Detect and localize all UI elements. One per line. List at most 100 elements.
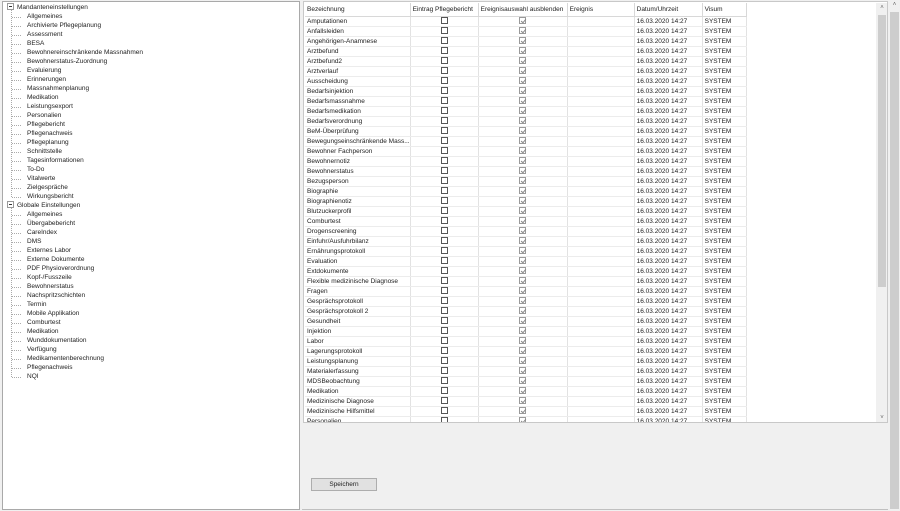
table-row[interactable]: Gesprächsprotokoll 2 16.03.2020 14:27 SYST…	[305, 306, 747, 317]
ereignisauswahl-ausblenden-checkbox[interactable]	[519, 247, 527, 255]
ereignisauswahl-ausblenden-checkbox[interactable]	[519, 137, 527, 145]
tree-item[interactable]: Bewohnerstatus-Zuordnung	[27, 57, 107, 66]
table-row[interactable]: Angehörigen-Anamnese 16.03.2020 14:27 SYST…	[305, 36, 747, 47]
table-row[interactable]: Medikation 16.03.2020 14:27 SYSTEM	[305, 386, 747, 397]
table-row[interactable]: BeM-Überprüfung 16.03.2020 14:27 SYSTEM	[305, 126, 747, 137]
eintrag-pflegebericht-checkbox[interactable]	[440, 237, 448, 245]
scroll-up-icon[interactable]: ˄	[876, 3, 887, 13]
eintrag-pflegebericht-checkbox[interactable]	[440, 27, 448, 35]
table-row[interactable]: Bewohner Fachperson 16.03.2020 14:27 SYSTE…	[305, 146, 747, 157]
ereignisauswahl-ausblenden-checkbox[interactable]	[519, 67, 527, 75]
tree-item[interactable]: Medikation	[27, 327, 58, 336]
table-row[interactable]: Labor 16.03.2020 14:27 SYSTEM	[305, 336, 747, 347]
scrollbar-thumb[interactable]	[890, 12, 899, 509]
ereignisauswahl-ausblenden-checkbox[interactable]	[519, 377, 527, 385]
table-row[interactable]: Bedarfsmassnahme 16.03.2020 14:27 SYSTEM	[305, 96, 747, 107]
ereignisauswahl-ausblenden-checkbox[interactable]	[519, 167, 527, 175]
column-header[interactable]: Bezeichnung	[305, 3, 411, 17]
table-row[interactable]: Bewohnerstatus 16.03.2020 14:27 SYSTEM	[305, 166, 747, 177]
ereignisauswahl-ausblenden-checkbox[interactable]	[519, 317, 527, 325]
table-row[interactable]: Gesundheit 16.03.2020 14:27 SYSTEM	[305, 316, 747, 327]
ereignisauswahl-ausblenden-checkbox[interactable]	[519, 107, 527, 115]
table-row[interactable]: Medizinische Hilfsmittel 16.03.2020 14:27…	[305, 406, 747, 417]
eintrag-pflegebericht-checkbox[interactable]	[440, 337, 448, 345]
column-header[interactable]: Eintrag Pflegebericht	[410, 3, 479, 17]
table-row[interactable]: Gesprächsprotokoll 16.03.2020 14:27 SYSTEM	[305, 296, 747, 307]
tree-item[interactable]: CareIndex	[27, 228, 57, 237]
page-vertical-scrollbar[interactable]: ˄	[889, 0, 900, 511]
table-row[interactable]: Medizinische Diagnose 16.03.2020 14:27 SYS…	[305, 396, 747, 407]
eintrag-pflegebericht-checkbox[interactable]	[440, 217, 448, 225]
ereignisauswahl-ausblenden-checkbox[interactable]	[519, 267, 527, 275]
tree-group[interactable]: Globale Einstellungen	[7, 200, 80, 210]
eintrag-pflegebericht-checkbox[interactable]	[440, 187, 448, 195]
table-row[interactable]: Bewegungseinschränkende Mass... 16.03.202…	[305, 136, 747, 147]
table-row[interactable]: Bedarfsinjektion 16.03.2020 14:27 SYSTEM	[305, 86, 747, 97]
ereignisauswahl-ausblenden-checkbox[interactable]	[519, 207, 527, 215]
eintrag-pflegebericht-checkbox[interactable]	[440, 397, 448, 405]
table-row[interactable]: Leistungsplanung 16.03.2020 14:27 SYSTEM	[305, 356, 747, 367]
tree-item[interactable]: Termin	[27, 300, 47, 309]
ereignisauswahl-ausblenden-checkbox[interactable]	[519, 17, 527, 25]
tree-item[interactable]: Erinnerungen	[27, 75, 66, 84]
table-row[interactable]: Ausscheidung 16.03.2020 14:27 SYSTEM	[305, 76, 747, 87]
column-header[interactable]: Visum	[702, 3, 747, 17]
tree-item[interactable]: BESA	[27, 39, 44, 48]
ereignisauswahl-ausblenden-checkbox[interactable]	[519, 47, 527, 55]
tree-item[interactable]: Massnahmenplanung	[27, 84, 89, 93]
eintrag-pflegebericht-checkbox[interactable]	[440, 167, 448, 175]
tree-item[interactable]: Bewohnerstatus	[27, 282, 74, 291]
tree-group[interactable]: Mandanteneinstellungen	[7, 2, 88, 12]
ereignisauswahl-ausblenden-checkbox[interactable]	[519, 287, 527, 295]
ereignisauswahl-ausblenden-checkbox[interactable]	[519, 387, 527, 395]
eintrag-pflegebericht-checkbox[interactable]	[440, 267, 448, 275]
ereignisauswahl-ausblenden-checkbox[interactable]	[519, 57, 527, 65]
ereignisauswahl-ausblenden-checkbox[interactable]	[519, 97, 527, 105]
table-row[interactable]: Materialerfassung 16.03.2020 14:27 SYSTEM	[305, 366, 747, 377]
eintrag-pflegebericht-checkbox[interactable]	[440, 67, 448, 75]
tree-item[interactable]: Externe Dokumente	[27, 255, 84, 264]
ereignisauswahl-ausblenden-checkbox[interactable]	[519, 347, 527, 355]
tree-item[interactable]: Schnittstelle	[27, 147, 62, 156]
column-header[interactable]: Ereignisauswahl ausblenden	[478, 3, 568, 17]
ereignisauswahl-ausblenden-checkbox[interactable]	[519, 307, 527, 315]
scrollbar-thumb[interactable]	[878, 15, 886, 287]
column-header[interactable]: Ereignis	[567, 3, 635, 17]
column-header[interactable]: Datum/Uhrzeit	[634, 3, 703, 17]
eintrag-pflegebericht-checkbox[interactable]	[440, 17, 448, 25]
collapse-icon[interactable]	[7, 200, 14, 208]
ereignisauswahl-ausblenden-checkbox[interactable]	[519, 197, 527, 205]
ereignisauswahl-ausblenden-checkbox[interactable]	[519, 27, 527, 35]
table-row[interactable]: Fragen 16.03.2020 14:27 SYSTEM	[305, 286, 747, 297]
tree-item[interactable]: Bewohnereinschränkende Massnahmen	[27, 48, 143, 57]
eintrag-pflegebericht-checkbox[interactable]	[440, 297, 448, 305]
eintrag-pflegebericht-checkbox[interactable]	[440, 327, 448, 335]
table-row[interactable]: Arztverlauf 16.03.2020 14:27 SYSTEM	[305, 66, 747, 77]
tree-item[interactable]: Medikamentenberechnung	[27, 354, 104, 363]
tree-item[interactable]: Vitalwerte	[27, 174, 55, 183]
ereignisauswahl-ausblenden-checkbox[interactable]	[519, 147, 527, 155]
table-row[interactable]: Comburtest 16.03.2020 14:27 SYSTEM	[305, 216, 747, 227]
settings-grid[interactable]: Bezeichnung Eintrag Pflegebericht Ereignis…	[303, 1, 888, 423]
eintrag-pflegebericht-checkbox[interactable]	[440, 197, 448, 205]
eintrag-pflegebericht-checkbox[interactable]	[440, 407, 448, 415]
save-button[interactable]: Speichern	[311, 478, 377, 491]
ereignisauswahl-ausblenden-checkbox[interactable]	[519, 217, 527, 225]
eintrag-pflegebericht-checkbox[interactable]	[440, 97, 448, 105]
tree-item[interactable]: Wunddokumentation	[27, 336, 87, 345]
tree-item[interactable]: Personalien	[27, 111, 61, 120]
ereignisauswahl-ausblenden-checkbox[interactable]	[519, 357, 527, 365]
tree-item[interactable]: Kopf-/Fusszeile	[27, 273, 72, 282]
tree-item[interactable]: To-Do	[27, 165, 44, 174]
table-row[interactable]: Amputationen 16.03.2020 14:27 SYSTEM	[305, 16, 747, 27]
ereignisauswahl-ausblenden-checkbox[interactable]	[519, 327, 527, 335]
tree-item[interactable]: Evaluierung	[27, 66, 61, 75]
tree-item[interactable]: Verfügung	[27, 345, 57, 354]
scroll-up-icon[interactable]: ˄	[889, 0, 900, 10]
tree-item[interactable]: Archivierte Pflegeplanung	[27, 21, 101, 30]
ereignisauswahl-ausblenden-checkbox[interactable]	[519, 337, 527, 345]
grid-vertical-scrollbar[interactable]: ˄ ˅	[876, 3, 887, 422]
ereignisauswahl-ausblenden-checkbox[interactable]	[519, 397, 527, 405]
eintrag-pflegebericht-checkbox[interactable]	[440, 127, 448, 135]
ereignisauswahl-ausblenden-checkbox[interactable]	[519, 177, 527, 185]
